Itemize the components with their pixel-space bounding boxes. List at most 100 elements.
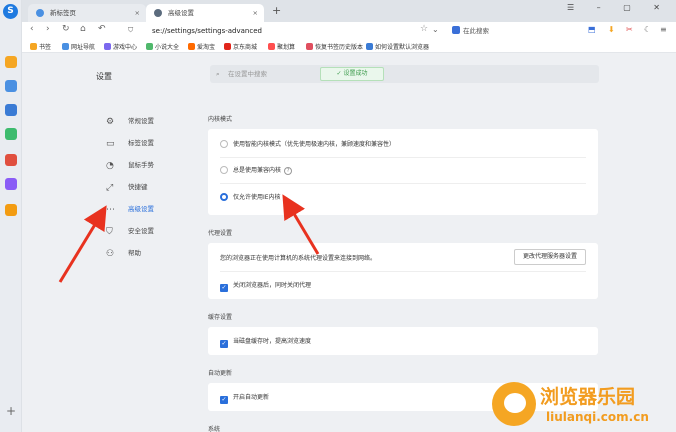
option-label: 总是使用兼容内核 bbox=[233, 167, 282, 174]
nav-label: 常规设置 bbox=[128, 117, 154, 125]
bookmark-star-icon[interactable]: ☆ bbox=[420, 24, 428, 34]
watermark-url: liulanqi.com.cn bbox=[546, 410, 649, 424]
bookmark-label: 如何设置默认浏览器 bbox=[375, 44, 430, 51]
add-sidebar-icon[interactable]: + bbox=[6, 404, 16, 418]
close-icon[interactable]: × bbox=[135, 4, 140, 22]
tab-advanced-settings[interactable]: 高级设置 × bbox=[146, 4, 264, 22]
browser-window: S + 新标签页 × 高级设置 × + ☰ – ▢ ✕ ‹ › ↻ ⌂ ↶ ⛉ … bbox=[0, 0, 676, 432]
browser-logo-icon[interactable]: S bbox=[3, 4, 18, 19]
refresh-icon[interactable]: ↻ bbox=[62, 24, 70, 34]
kernel-option-compat[interactable]: 总是使用兼容内核? bbox=[220, 165, 293, 175]
pen-icon[interactable] bbox=[5, 178, 17, 190]
divider bbox=[220, 183, 586, 184]
option-label: 使用智能内核模式（优先使用极速内核，兼顾速度和兼容性） bbox=[233, 141, 396, 148]
help-icon[interactable]: ? bbox=[284, 167, 293, 175]
bookmark-item[interactable]: 书签 bbox=[30, 42, 51, 51]
radio-button[interactable] bbox=[220, 140, 228, 148]
bookmark-item[interactable]: 游戏中心 bbox=[104, 42, 137, 51]
system-heading: 系统 bbox=[208, 426, 221, 432]
history-icon[interactable] bbox=[5, 80, 17, 92]
checkbox-checked[interactable]: ✓ bbox=[220, 340, 228, 348]
back-icon[interactable]: ‹ bbox=[30, 24, 34, 34]
bookmark-label: 网址导航 bbox=[71, 44, 96, 51]
new-tab-icon[interactable]: + bbox=[272, 4, 281, 17]
bookmark-item[interactable]: 聚划算 bbox=[268, 42, 295, 51]
bookmark-item[interactable]: 京东商城 bbox=[224, 42, 257, 51]
undo-icon[interactable]: ↶ bbox=[98, 24, 106, 34]
checkbox-checked[interactable]: ✓ bbox=[220, 396, 228, 404]
tab-icon: ▭ bbox=[106, 139, 115, 149]
page-title: 设置 bbox=[96, 72, 112, 81]
bookmark-item[interactable]: 恢复书签历史版本 bbox=[306, 42, 363, 51]
nav-item-help[interactable]: ⚇ 帮助 bbox=[106, 246, 141, 260]
forward-icon[interactable]: › bbox=[46, 24, 50, 34]
bookmark-label: 小说大全 bbox=[155, 44, 180, 51]
search-engine-icon[interactable] bbox=[452, 26, 460, 34]
tab-label: 新标签页 bbox=[50, 9, 76, 17]
kernel-option-smart[interactable]: 使用智能内核模式（优先使用极速内核，兼顾速度和兼容性） bbox=[220, 139, 395, 148]
shield-icon[interactable]: ⛉ bbox=[128, 26, 133, 35]
toolbar: ‹ › ↻ ⌂ ↶ ⛉ se://settings/settings-advan… bbox=[22, 22, 676, 40]
bookmarks-bar: 书签 网址导航 游戏中心 小说大全 爱淘宝 京东商城 聚划算 恢复书签历史版本 … bbox=[22, 40, 676, 53]
radio-button-selected[interactable] bbox=[220, 193, 228, 201]
user-icon: ⚇ bbox=[106, 249, 115, 259]
checkbox-checked[interactable]: ✓ bbox=[220, 284, 228, 292]
address-bar[interactable]: se://settings/settings-advanced bbox=[152, 24, 462, 38]
kernel-card: 使用智能内核模式（优先使用极速内核，兼顾速度和兼容性） 总是使用兼容内核? 仅允… bbox=[208, 129, 598, 215]
shield-icon: ⛉ bbox=[106, 227, 113, 237]
autoupdate-checkbox[interactable]: ✓ 开启自动更新 bbox=[220, 392, 269, 404]
checkbox-label: 当磁盘缓存时，提高浏览速度 bbox=[233, 338, 312, 345]
radio-button[interactable] bbox=[220, 166, 228, 174]
bookmark-label: 京东商城 bbox=[233, 44, 258, 51]
pdf-icon[interactable] bbox=[5, 154, 17, 166]
nav-item-mouse-gesture[interactable]: ◔ 鼠标手势 bbox=[106, 158, 154, 172]
cache-heading: 缓存设置 bbox=[208, 314, 233, 321]
gesture-icon: ◔ bbox=[106, 161, 114, 171]
shortcut-icon: ⤢ bbox=[106, 183, 114, 193]
proxy-card: 您的浏览器正在使用计算机的系统代理设置来连接到网络。 更改代理服务器设置 ✓ 关闭… bbox=[208, 243, 598, 299]
download-icon[interactable]: ⬇ bbox=[608, 25, 615, 34]
favorites-icon[interactable] bbox=[5, 56, 17, 68]
bookmark-item[interactable]: 网址导航 bbox=[62, 42, 95, 51]
nav-label: 安全设置 bbox=[128, 227, 154, 235]
cloud-icon[interactable] bbox=[5, 104, 17, 116]
search-box[interactable]: 在此搜索 bbox=[452, 24, 572, 38]
bookmark-item[interactable]: 爱淘宝 bbox=[188, 42, 215, 51]
change-proxy-button[interactable]: 更改代理服务器设置 bbox=[513, 249, 586, 265]
image-icon[interactable] bbox=[5, 128, 17, 140]
nav-label: 快捷键 bbox=[128, 183, 148, 191]
nav-label: 帮助 bbox=[128, 249, 141, 257]
cut-icon[interactable]: ✂ bbox=[626, 25, 633, 34]
success-toast: ✓ 设置成功 bbox=[320, 67, 384, 81]
window-controls[interactable]: ☰ – ▢ ✕ bbox=[567, 3, 670, 12]
menu-icon[interactable]: ≡ bbox=[660, 25, 667, 34]
close-icon[interactable]: × bbox=[253, 4, 258, 22]
proxy-close-checkbox[interactable]: ✓ 关闭浏览器后，同时关闭代理 bbox=[220, 280, 311, 292]
tab-new-tab[interactable]: 新标签页 × bbox=[28, 4, 146, 22]
chevron-down-icon[interactable]: ⌄ bbox=[432, 25, 439, 34]
proxy-desc: 您的浏览器正在使用计算机的系统代理设置来连接到网络。 bbox=[220, 255, 377, 262]
nav-item-advanced[interactable]: ⋯ 高级设置 bbox=[106, 202, 154, 216]
kernel-option-ie[interactable]: 仅允许使用IE内核 bbox=[220, 192, 281, 201]
star-icon bbox=[30, 43, 37, 50]
bookmark-item[interactable]: 如何设置默认浏览器 bbox=[366, 42, 429, 51]
settings-header: 设置 ⌕ 在设置中搜索 ✓ 设置成功 bbox=[22, 53, 676, 93]
tab-label: 高级设置 bbox=[168, 9, 194, 17]
nav-item-security[interactable]: ⛉ 安全设置 bbox=[106, 224, 154, 238]
nav-item-tabs[interactable]: ▭ 标签设置 bbox=[106, 136, 154, 150]
taobao-icon bbox=[188, 43, 195, 50]
bookmark-label: 游戏中心 bbox=[113, 44, 138, 51]
game-icon bbox=[104, 43, 111, 50]
divider bbox=[220, 157, 586, 158]
kernel-heading: 内核模式 bbox=[208, 116, 233, 123]
more-icon: ⋯ bbox=[106, 205, 115, 215]
moon-icon[interactable]: ☾ bbox=[644, 25, 651, 34]
bookmark-item[interactable]: 小说大全 bbox=[146, 42, 179, 51]
nav-item-general[interactable]: ⚙ 常规设置 bbox=[106, 114, 154, 128]
note-icon[interactable] bbox=[5, 204, 17, 216]
home-icon[interactable]: ⌂ bbox=[80, 24, 86, 34]
translate-icon[interactable]: ⬒ bbox=[588, 25, 596, 34]
cache-checkbox[interactable]: ✓ 当磁盘缓存时，提高浏览速度 bbox=[220, 336, 311, 348]
nav-item-shortcuts[interactable]: ⤢ 快捷键 bbox=[106, 180, 148, 194]
settings-search-input[interactable]: ⌕ 在设置中搜索 bbox=[210, 65, 599, 83]
